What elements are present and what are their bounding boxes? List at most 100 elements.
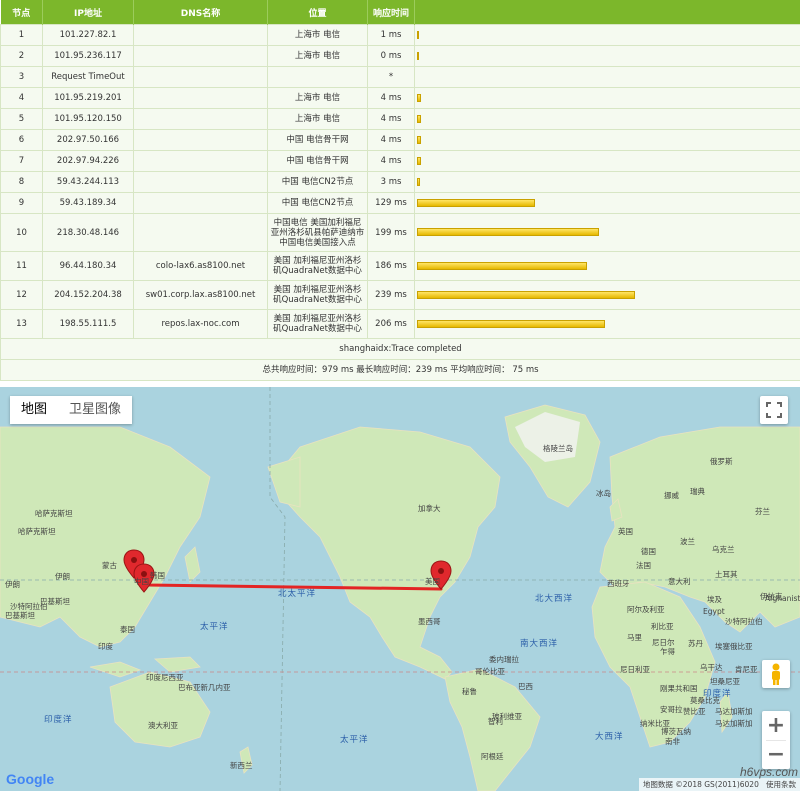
dns-cell bbox=[133, 24, 268, 46]
location-cell: 中国 电信骨干网 bbox=[267, 150, 368, 172]
map-label: 蒙古 bbox=[102, 561, 117, 570]
response-time-cell: 1 ms bbox=[367, 24, 415, 46]
map-label: 哥伦比亚 bbox=[475, 667, 505, 676]
attribution-text: 地图数据 ©2018 GS(2011)6020 bbox=[642, 780, 759, 789]
response-bar bbox=[417, 114, 421, 123]
map-type-map-button[interactable]: 地图 bbox=[10, 396, 58, 424]
ip-cell: 204.152.204.38 bbox=[42, 280, 134, 310]
response-time-cell: 129 ms bbox=[367, 192, 415, 214]
location-cell: 中国 电信CN2节点 bbox=[267, 192, 368, 214]
map-label: 巴西 bbox=[518, 682, 533, 691]
ip-cell: 202.97.50.166 bbox=[42, 129, 134, 151]
header-hop: 节点 bbox=[0, 0, 43, 25]
hop-cell: 2 bbox=[0, 45, 43, 67]
map-label: 秘鲁 bbox=[462, 687, 477, 696]
response-time-cell: * bbox=[367, 66, 415, 88]
ip-cell: 218.30.48.146 bbox=[42, 213, 134, 252]
response-bar-cell bbox=[414, 171, 800, 193]
hop-cell: 9 bbox=[0, 192, 43, 214]
map-label: 沙特阿拉伯 bbox=[10, 602, 48, 611]
table-row: 4 101.95.219.201 上海市 电信 4 ms bbox=[0, 87, 800, 109]
dns-cell bbox=[133, 45, 268, 67]
map-label: 博茨瓦纳 bbox=[661, 727, 691, 736]
hop-cell: 8 bbox=[0, 171, 43, 193]
hop-cell: 6 bbox=[0, 129, 43, 151]
terms-link[interactable]: 使用条款 bbox=[766, 780, 796, 789]
ocean-label: 北太平洋 bbox=[278, 589, 317, 599]
hop-cell: 3 bbox=[0, 66, 43, 88]
map-label: 印度 bbox=[98, 642, 113, 651]
pegman-icon bbox=[772, 663, 780, 685]
table-row: 8 59.43.244.113 中国 电信CN2节点 3 ms bbox=[0, 171, 800, 193]
map-label: 土耳其 bbox=[715, 570, 738, 579]
table-row: 7 202.97.94.226 中国 电信骨干网 4 ms bbox=[0, 150, 800, 172]
map-label: 沙特阿拉伯 bbox=[725, 617, 763, 626]
trace-summary: 总共响应时间：979 ms 最长响应时间：239 ms 平均响应时间： 75 m… bbox=[0, 359, 800, 381]
dns-cell: repos.lax-noc.com bbox=[133, 309, 268, 339]
map-label: 俄罗斯 bbox=[710, 457, 733, 466]
ip-cell: Request TimeOut bbox=[42, 66, 134, 88]
ip-cell: 202.97.94.226 bbox=[42, 150, 134, 172]
ocean-label: 印度洋 bbox=[703, 689, 732, 699]
location-cell: 中国 电信骨干网 bbox=[267, 129, 368, 151]
response-time-cell: 4 ms bbox=[367, 150, 415, 172]
table-row: 2 101.95.236.117 上海市 电信 0 ms bbox=[0, 45, 800, 67]
dns-cell bbox=[133, 192, 268, 214]
street-view-pegman-button[interactable] bbox=[762, 660, 790, 688]
google-logo: Google bbox=[6, 771, 54, 787]
response-bar-cell bbox=[414, 309, 800, 339]
ip-cell: 198.55.111.5 bbox=[42, 309, 134, 339]
map-label: 波兰 bbox=[680, 537, 695, 546]
map-label: 伊朗 bbox=[55, 572, 70, 581]
location-cell bbox=[267, 66, 368, 88]
map-label: 泰国 bbox=[120, 625, 135, 634]
map-label: 新西兰 bbox=[230, 761, 253, 770]
table-header-row: 节点 IP地址 DNS名称 位置 响应时间 bbox=[0, 0, 800, 25]
map-label: 马达加斯加 bbox=[715, 719, 753, 728]
map-type-control: 地图 卫星图像 bbox=[10, 396, 133, 424]
response-bar bbox=[417, 319, 605, 328]
map-label: 印度尼西亚 bbox=[146, 673, 184, 682]
response-bar bbox=[417, 156, 421, 165]
map-label: 伊朗 bbox=[5, 580, 20, 589]
map-label: 英国 bbox=[618, 527, 633, 536]
location-cell: 上海市 电信 bbox=[267, 24, 368, 46]
header-response-time: 响应时间 bbox=[367, 0, 415, 25]
zoom-in-button[interactable]: + bbox=[766, 712, 786, 741]
response-bar-cell bbox=[414, 24, 800, 46]
response-bar-cell bbox=[414, 108, 800, 130]
response-bar-cell bbox=[414, 280, 800, 310]
response-time-cell: 4 ms bbox=[367, 129, 415, 151]
map-label: 尼日尔 bbox=[652, 638, 675, 647]
map-label: 乌干达 bbox=[700, 663, 723, 672]
ocean-label: 太平洋 bbox=[200, 622, 229, 632]
map-label: 哈萨克斯坦 bbox=[35, 509, 73, 518]
response-bar-cell bbox=[414, 192, 800, 214]
route-map[interactable]: 格陵兰岛 冰岛 加拿大 美国 墨西哥 委内瑞拉 哥伦比亚 秘鲁 玻利维亚 巴西 阿根廷 智利 蒙古 哈萨克… bbox=[0, 387, 800, 791]
dns-cell: sw01.corp.lax.as8100.net bbox=[133, 280, 268, 310]
response-bar-cell bbox=[414, 45, 800, 67]
hop-cell: 5 bbox=[0, 108, 43, 130]
map-label: 肯尼亚 bbox=[735, 665, 758, 674]
response-time-cell: 0 ms bbox=[367, 45, 415, 67]
response-bar bbox=[417, 177, 420, 186]
dns-cell bbox=[133, 171, 268, 193]
response-bar-cell bbox=[414, 66, 800, 88]
location-cell: 美国 加利福尼亚州洛杉矶QuadraNet数据中心 bbox=[267, 280, 368, 310]
response-time-cell: 4 ms bbox=[367, 87, 415, 109]
map-label: 巴基斯坦 bbox=[5, 611, 35, 620]
fullscreen-button[interactable] bbox=[760, 396, 788, 424]
response-bar bbox=[417, 228, 599, 236]
map-label: 冰岛 bbox=[596, 489, 611, 498]
response-time-cell: 186 ms bbox=[367, 251, 415, 281]
hop-cell: 1 bbox=[0, 24, 43, 46]
table-row: 10 218.30.48.146 中国电信 美国加利福尼亚州洛杉矶县帕萨迪纳市中国电… bbox=[0, 213, 800, 252]
response-bar-cell bbox=[414, 129, 800, 151]
ip-cell: 101.95.236.117 bbox=[42, 45, 134, 67]
hop-cell: 4 bbox=[0, 87, 43, 109]
hop-cell: 10 bbox=[0, 213, 43, 252]
ip-cell: 101.95.120.150 bbox=[42, 108, 134, 130]
location-cell: 上海市 电信 bbox=[267, 45, 368, 67]
header-bar bbox=[414, 0, 800, 25]
map-type-satellite-button[interactable]: 卫星图像 bbox=[58, 396, 132, 424]
